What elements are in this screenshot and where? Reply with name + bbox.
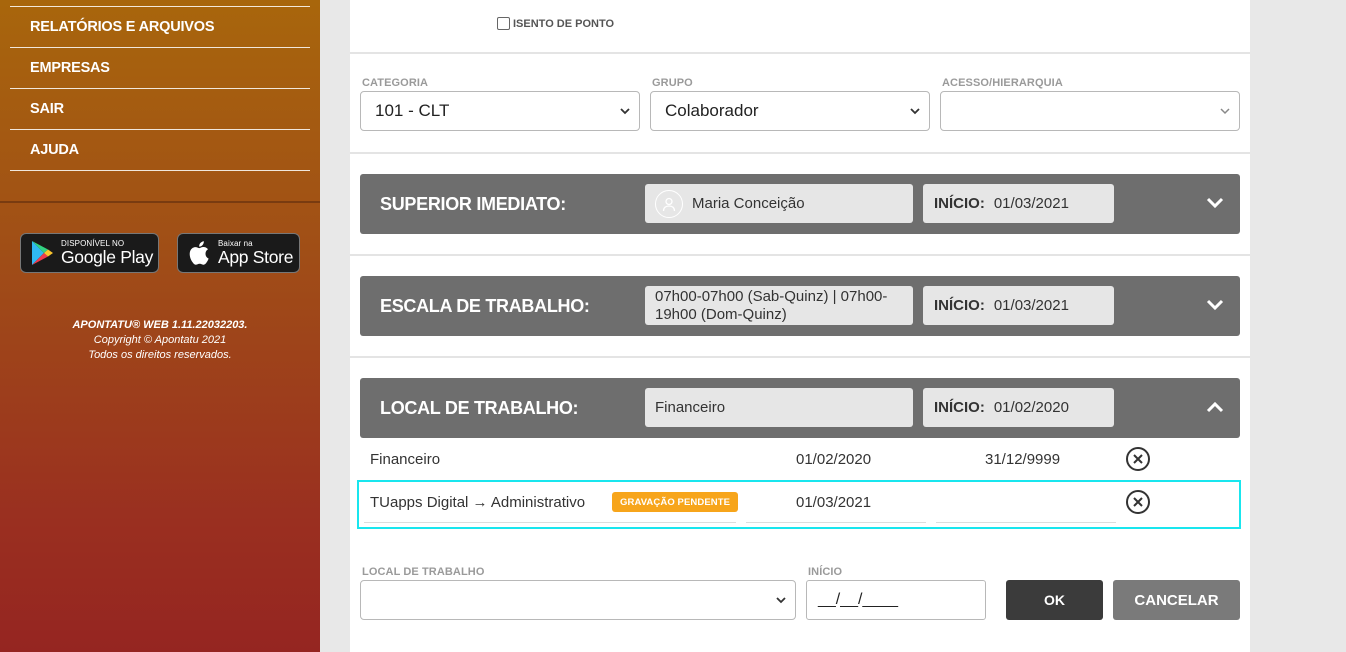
remove-circle-icon[interactable] xyxy=(1125,446,1151,472)
sidebar-nav: RELATÓRIOS E ARQUIVOS EMPRESAS SAIR AJUD… xyxy=(10,6,310,171)
local-row-start: 01/03/2021 xyxy=(796,494,872,511)
inicio-label: INÍCIO: xyxy=(934,399,985,416)
new-local-label: LOCAL DE TRABALHO xyxy=(362,566,485,578)
main-area: ISENTO DE PONTO CATEGORIA 101 - CLT GRUP… xyxy=(320,0,1346,652)
chevron-down-icon[interactable] xyxy=(1204,296,1226,314)
nav-item-ajuda[interactable]: AJUDA xyxy=(10,130,310,171)
categoria-select[interactable]: 101 - CLT xyxy=(360,91,640,131)
apple-icon xyxy=(186,239,212,267)
escala-value: 07h00-07h00 (Sab-Quinz) | 07h00-19h00 (D… xyxy=(655,287,888,323)
app-store-big: App Store xyxy=(218,246,294,267)
chevron-down-icon[interactable] xyxy=(1204,194,1226,212)
new-inicio-input[interactable]: __/__/____ xyxy=(806,580,986,620)
superior-inicio: 01/03/2021 xyxy=(993,195,1069,212)
row-underline xyxy=(746,522,926,523)
escala-inicio-field: INÍCIO: 01/03/2021 xyxy=(923,286,1114,325)
isento-de-ponto[interactable]: ISENTO DE PONTO xyxy=(497,17,614,30)
superior-name-field: Maria Conceição xyxy=(645,184,913,223)
form-card: ISENTO DE PONTO CATEGORIA 101 - CLT GRUP… xyxy=(350,0,1250,652)
nav-item-relatorios[interactable]: RELATÓRIOS E ARQUIVOS xyxy=(10,7,310,48)
grupo-label: GRUPO xyxy=(652,77,693,89)
divider xyxy=(350,152,1250,154)
row-underline xyxy=(364,522,736,523)
rights-text: Todos os direitos reservados. xyxy=(88,349,232,361)
local-value: Financeiro xyxy=(655,399,726,416)
superior-inicio-field: INÍCIO: 01/03/2021 xyxy=(923,184,1114,223)
google-play-big: Google Play xyxy=(61,246,154,267)
google-play-badge[interactable]: DISPONÍVEL NO Google Play xyxy=(20,233,159,273)
user-avatar-icon xyxy=(655,189,683,218)
local-trabalho-section: LOCAL DE TRABALHO: Financeiro INÍCIO: 01… xyxy=(360,378,1240,438)
acesso-select[interactable] xyxy=(940,91,1240,131)
chevron-down-icon xyxy=(1220,108,1230,115)
version-text: APONTATU® WEB 1.11.22032203. xyxy=(72,319,248,331)
sidebar: RELATÓRIOS E ARQUIVOS EMPRESAS SAIR AJUD… xyxy=(0,0,320,652)
remove-circle-icon[interactable] xyxy=(1125,489,1151,515)
local-inicio-field: INÍCIO: 01/02/2020 xyxy=(923,388,1114,427)
cancel-button[interactable]: CANCELAR xyxy=(1113,580,1240,620)
new-local-select[interactable] xyxy=(360,580,796,620)
acesso-label: ACESSO/HIERARQUIA xyxy=(942,77,1063,89)
escala-inicio: 01/03/2021 xyxy=(993,297,1069,314)
superior-title: SUPERIOR IMEDIATO: xyxy=(380,193,566,214)
escala-trabalho-section: ESCALA DE TRABALHO: 07h00-07h00 (Sab-Qui… xyxy=(360,276,1240,336)
divider xyxy=(350,356,1250,358)
app-store-badge[interactable]: Baixar na App Store xyxy=(177,233,300,273)
local-value-field: Financeiro xyxy=(645,388,913,427)
grupo-value: Colaborador xyxy=(665,101,759,120)
local-row-end: 31/12/9999 xyxy=(985,451,1061,468)
google-play-icon xyxy=(29,239,55,267)
categoria-label: CATEGORIA xyxy=(362,77,429,89)
sidebar-footer: APONTATU® WEB 1.11.22032203. Copyright ©… xyxy=(0,318,320,363)
isento-label: ISENTO DE PONTO xyxy=(513,17,615,30)
local-title: LOCAL DE TRABALHO: xyxy=(380,397,579,418)
copyright-text: Copyright © Apontatu 2021 xyxy=(93,334,227,346)
grupo-select[interactable]: Colaborador xyxy=(650,91,930,131)
sidebar-divider xyxy=(0,201,320,203)
local-inicio: 01/02/2020 xyxy=(993,399,1069,416)
pending-badge: GRAVAÇÃO PENDENTE xyxy=(612,492,739,512)
divider xyxy=(350,52,1250,54)
categoria-value: 101 - CLT xyxy=(375,101,450,120)
divider xyxy=(350,254,1250,256)
chevron-down-icon xyxy=(620,108,630,115)
nav-item-empresas[interactable]: EMPRESAS xyxy=(10,48,310,89)
local-row-start: 01/02/2020 xyxy=(796,451,872,468)
chevron-down-icon xyxy=(910,108,920,115)
local-row-name: TUapps Digital → Administrativo xyxy=(370,494,586,511)
superior-imediato-section: SUPERIOR IMEDIATO: Maria Conceição INÍCI… xyxy=(360,174,1240,234)
row-underline xyxy=(936,522,1116,523)
escala-title: ESCALA DE TRABALHO: xyxy=(380,295,590,316)
local-row-name: Financeiro xyxy=(370,451,441,468)
nav-item-sair[interactable]: SAIR xyxy=(10,89,310,130)
superior-name: Maria Conceição xyxy=(692,195,805,212)
ok-button[interactable]: OK xyxy=(1006,580,1103,620)
new-inicio-label: INÍCIO xyxy=(808,566,843,578)
chevron-down-icon xyxy=(776,597,786,604)
new-inicio-value: __/__/____ xyxy=(818,591,899,608)
chevron-up-icon[interactable] xyxy=(1204,398,1226,416)
escala-value-field: 07h00-07h00 (Sab-Quinz) | 07h00-19h00 (D… xyxy=(645,286,913,325)
inicio-label: INÍCIO: xyxy=(934,297,985,314)
inicio-label: INÍCIO: xyxy=(934,195,985,212)
isento-checkbox[interactable] xyxy=(497,17,510,30)
